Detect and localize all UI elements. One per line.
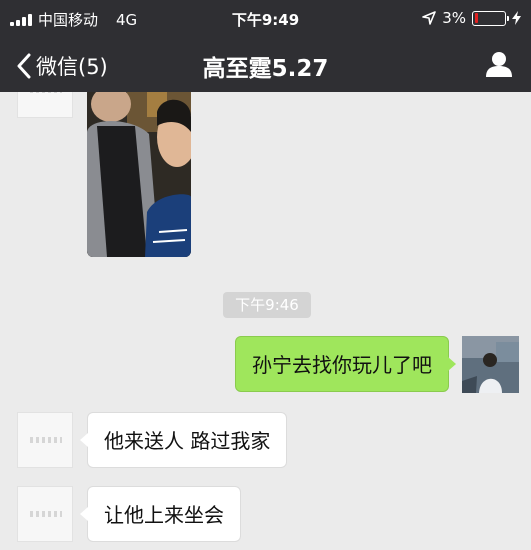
location-arrow-icon — [422, 11, 437, 25]
message-list[interactable]: 下午9:46 孙宁去找你玩儿了吧 他来送人 路过我家 让他上来坐会 — [0, 92, 531, 550]
sent-message-bubble[interactable]: 孙宁去找你玩儿了吧 — [235, 336, 456, 392]
photo-image — [87, 92, 191, 257]
contact-avatar[interactable] — [17, 92, 73, 118]
chevron-left-icon — [17, 53, 31, 79]
received-message-bubble[interactable]: 他来送人 路过我家 — [79, 412, 288, 468]
received-message-bubble[interactable]: 让他上来坐会 — [80, 486, 241, 542]
my-avatar-image — [462, 336, 519, 393]
photo-message[interactable] — [87, 92, 191, 257]
back-label: 微信(5) — [36, 55, 108, 79]
my-avatar[interactable] — [462, 336, 519, 393]
charging-icon — [512, 11, 521, 25]
timestamp-chip: 下午9:46 — [223, 292, 311, 318]
contact-avatar[interactable] — [17, 412, 73, 468]
status-right: 3% — [422, 9, 521, 27]
person-icon — [486, 52, 512, 77]
chat-header: 微信(5) 高至霆5.27 — [0, 38, 531, 92]
battery-icon — [472, 10, 509, 26]
battery-level — [474, 13, 478, 23]
contact-avatar[interactable] — [17, 486, 73, 542]
back-button[interactable]: 微信(5) — [16, 51, 108, 81]
profile-button[interactable] — [485, 51, 513, 81]
status-bar: 中国移动 4G 下午9:49 3% — [0, 0, 531, 38]
battery-percent: 3% — [442, 9, 466, 27]
